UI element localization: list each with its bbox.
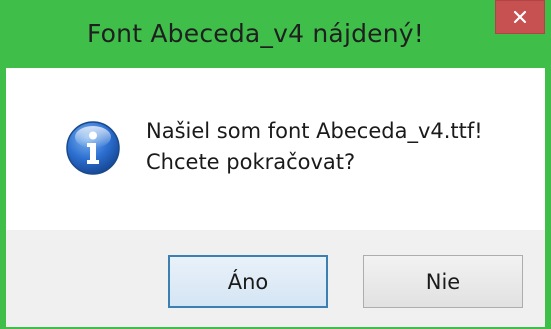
- message-line-2: Chcete pokračovat?: [146, 150, 356, 174]
- dialog-content: Našiel som font Abeceda_v4.ttf! Chcete p…: [6, 68, 545, 230]
- window-title: Font Abeceda_v4 nájdený!: [86, 19, 424, 48]
- close-icon: [513, 10, 527, 24]
- message-dialog: Font Abeceda_v4 nájdený! Našiel som font…: [0, 0, 551, 329]
- no-button[interactable]: Nie: [363, 255, 523, 308]
- close-button[interactable]: [495, 0, 545, 34]
- message-text: Našiel som font Abeceda_v4.ttf! Chcete p…: [146, 116, 483, 178]
- info-icon: [65, 120, 121, 176]
- yes-button[interactable]: Áno: [168, 255, 328, 308]
- title-bar[interactable]: Font Abeceda_v4 nájdený!: [0, 0, 551, 68]
- message-line-1: Našiel som font Abeceda_v4.ttf!: [146, 119, 483, 143]
- button-bar: Áno Nie: [6, 230, 545, 327]
